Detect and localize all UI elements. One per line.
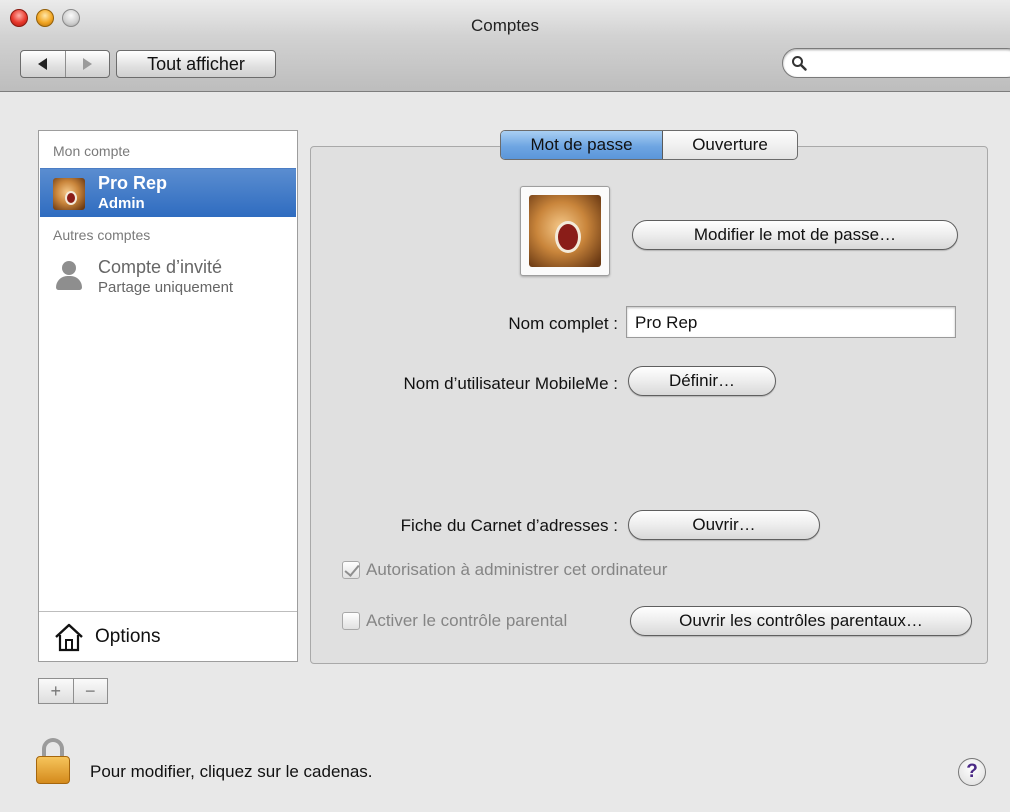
mobileme-label: Nom d’utilisateur MobileMe : xyxy=(403,374,618,393)
mobileme-set-button[interactable]: Définir… xyxy=(628,366,776,396)
tab-login-items[interactable]: Ouverture xyxy=(663,131,797,159)
parental-control-checkbox-label: Activer le contrôle parental xyxy=(366,611,568,630)
user-picture-well[interactable] xyxy=(520,186,610,276)
search-input[interactable] xyxy=(811,53,991,73)
options-label: Options xyxy=(95,626,161,647)
window-toolbar: Comptes Tout afficher xyxy=(0,0,1010,92)
lock-message: Pour modifier, cliquez sur le cadenas. xyxy=(90,762,373,781)
parental-control-checkbox-row[interactable]: Activer le contrôle parental xyxy=(342,611,567,631)
forward-arrow-icon xyxy=(82,58,92,70)
full-name-label: Nom complet : xyxy=(508,314,618,333)
tab-password[interactable]: Mot de passe xyxy=(501,131,663,159)
window-title: Comptes xyxy=(470,16,540,35)
other-accounts-header: Autres comptes xyxy=(53,227,151,243)
help-button[interactable]: ? xyxy=(958,758,986,786)
admin-checkbox[interactable] xyxy=(342,561,360,579)
address-book-label: Fiche du Carnet d’adresses : xyxy=(400,516,618,535)
back-forward-control xyxy=(20,50,110,78)
add-account-button[interactable]: + xyxy=(39,679,73,703)
person-icon xyxy=(54,261,84,293)
address-book-open-button[interactable]: Ouvrir… xyxy=(628,510,820,540)
search-field[interactable] xyxy=(782,48,1010,78)
house-icon xyxy=(55,623,83,652)
change-password-button[interactable]: Modifier le mot de passe… xyxy=(632,220,958,250)
guest-account-subtitle: Partage uniquement xyxy=(98,279,234,296)
login-options-row[interactable]: Options xyxy=(39,611,297,661)
parental-control-checkbox[interactable] xyxy=(342,612,360,630)
lion-picture-icon xyxy=(529,195,601,267)
remove-account-button[interactable]: − xyxy=(72,679,108,703)
back-button[interactable] xyxy=(21,51,65,77)
add-remove-control: + − xyxy=(38,678,108,704)
guest-account-name: Compte d’invité xyxy=(98,257,223,277)
show-all-button[interactable]: Tout afficher xyxy=(116,50,276,78)
lock-icon[interactable] xyxy=(36,738,72,786)
account-role: Admin xyxy=(98,195,145,212)
account-name: Pro Rep xyxy=(98,173,168,193)
tab-bar: Mot de passe Ouverture xyxy=(500,130,798,160)
admin-checkbox-label: Autorisation à administrer cet ordinateu… xyxy=(366,560,668,579)
lion-avatar-icon xyxy=(53,178,85,210)
search-icon xyxy=(792,56,807,71)
admin-checkbox-row[interactable]: Autorisation à administrer cet ordinateu… xyxy=(342,560,667,580)
open-parental-controls-button[interactable]: Ouvrir les contrôles parentaux… xyxy=(630,606,972,636)
account-list: Mon compte Pro Rep Admin Autres comptes … xyxy=(38,130,298,662)
account-row-guest[interactable]: Compte d’invité Partage uniquement xyxy=(40,253,296,299)
forward-button[interactable] xyxy=(64,51,110,77)
account-row-pro-rep[interactable]: Pro Rep Admin xyxy=(40,168,296,217)
full-name-field[interactable]: Pro Rep xyxy=(626,306,956,338)
my-account-header: Mon compte xyxy=(53,143,131,159)
back-arrow-icon xyxy=(38,58,48,70)
